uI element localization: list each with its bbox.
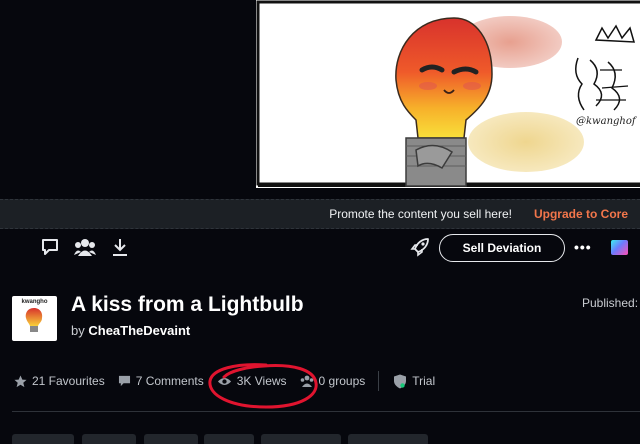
app-switcher-icon[interactable] (611, 240, 628, 255)
published-label: Published: (582, 296, 639, 310)
artwork-area: @kwanghof (0, 0, 640, 197)
groups-icon (300, 375, 313, 387)
groups-stat[interactable]: 0 groups (300, 374, 366, 388)
upgrade-to-core-link[interactable]: Upgrade to Core (534, 207, 628, 221)
favourites-count: 21 Favourites (32, 374, 105, 388)
tag-chip[interactable] (261, 434, 341, 444)
more-options-icon[interactable]: ••• (574, 239, 592, 255)
author-link[interactable]: CheaTheDevaint (88, 323, 190, 338)
comment-small-icon (118, 375, 130, 387)
favourites-stat[interactable]: 21 Favourites (14, 374, 105, 388)
avatar-bulb-icon (25, 308, 43, 332)
shield-icon (394, 374, 407, 388)
artwork-drawing (256, 0, 640, 187)
rocket-icon[interactable] (410, 237, 430, 257)
download-icon[interactable] (110, 237, 130, 257)
promo-text: Promote the content you sell here! (329, 207, 512, 221)
stats-divider-line (12, 411, 640, 412)
stats-divider (378, 371, 380, 391)
star-icon (14, 374, 27, 387)
artwork-signature: @kwanghof (576, 116, 636, 127)
trial-label: Trial (412, 374, 436, 388)
eye-icon (217, 377, 231, 385)
comments-stat[interactable]: 7 Comments (118, 374, 204, 388)
sell-deviation-button[interactable]: Sell Deviation (439, 234, 565, 262)
trial-stat[interactable]: Trial (393, 374, 435, 389)
tag-chip[interactable] (12, 434, 74, 444)
views-count: 3K Views (236, 374, 287, 388)
tag-chip[interactable] (82, 434, 136, 444)
author-avatar[interactable]: kwangho (12, 296, 57, 341)
tag-chip[interactable] (348, 434, 428, 444)
comments-count: 7 Comments (135, 374, 204, 388)
comment-icon[interactable] (40, 237, 60, 257)
byline: by CheaTheDevaint (71, 323, 190, 338)
groups-count: 0 groups (318, 374, 366, 388)
deviation-stats: 21 Favourites 7 Comments 3K Views 0 grou… (14, 371, 448, 391)
byline-prefix: by (71, 323, 85, 338)
tag-chip[interactable] (204, 434, 254, 444)
views-stat: 3K Views (217, 374, 287, 388)
deviation-action-bar: Sell Deviation ••• (0, 229, 640, 267)
deviation-title: A kiss from a Lightbulb (71, 293, 304, 316)
deviation-image[interactable]: @kwanghof (256, 0, 640, 188)
tag-chip[interactable] (144, 434, 198, 444)
users-icon[interactable] (74, 237, 96, 257)
promo-banner: Promote the content you sell here! Upgra… (0, 199, 640, 229)
